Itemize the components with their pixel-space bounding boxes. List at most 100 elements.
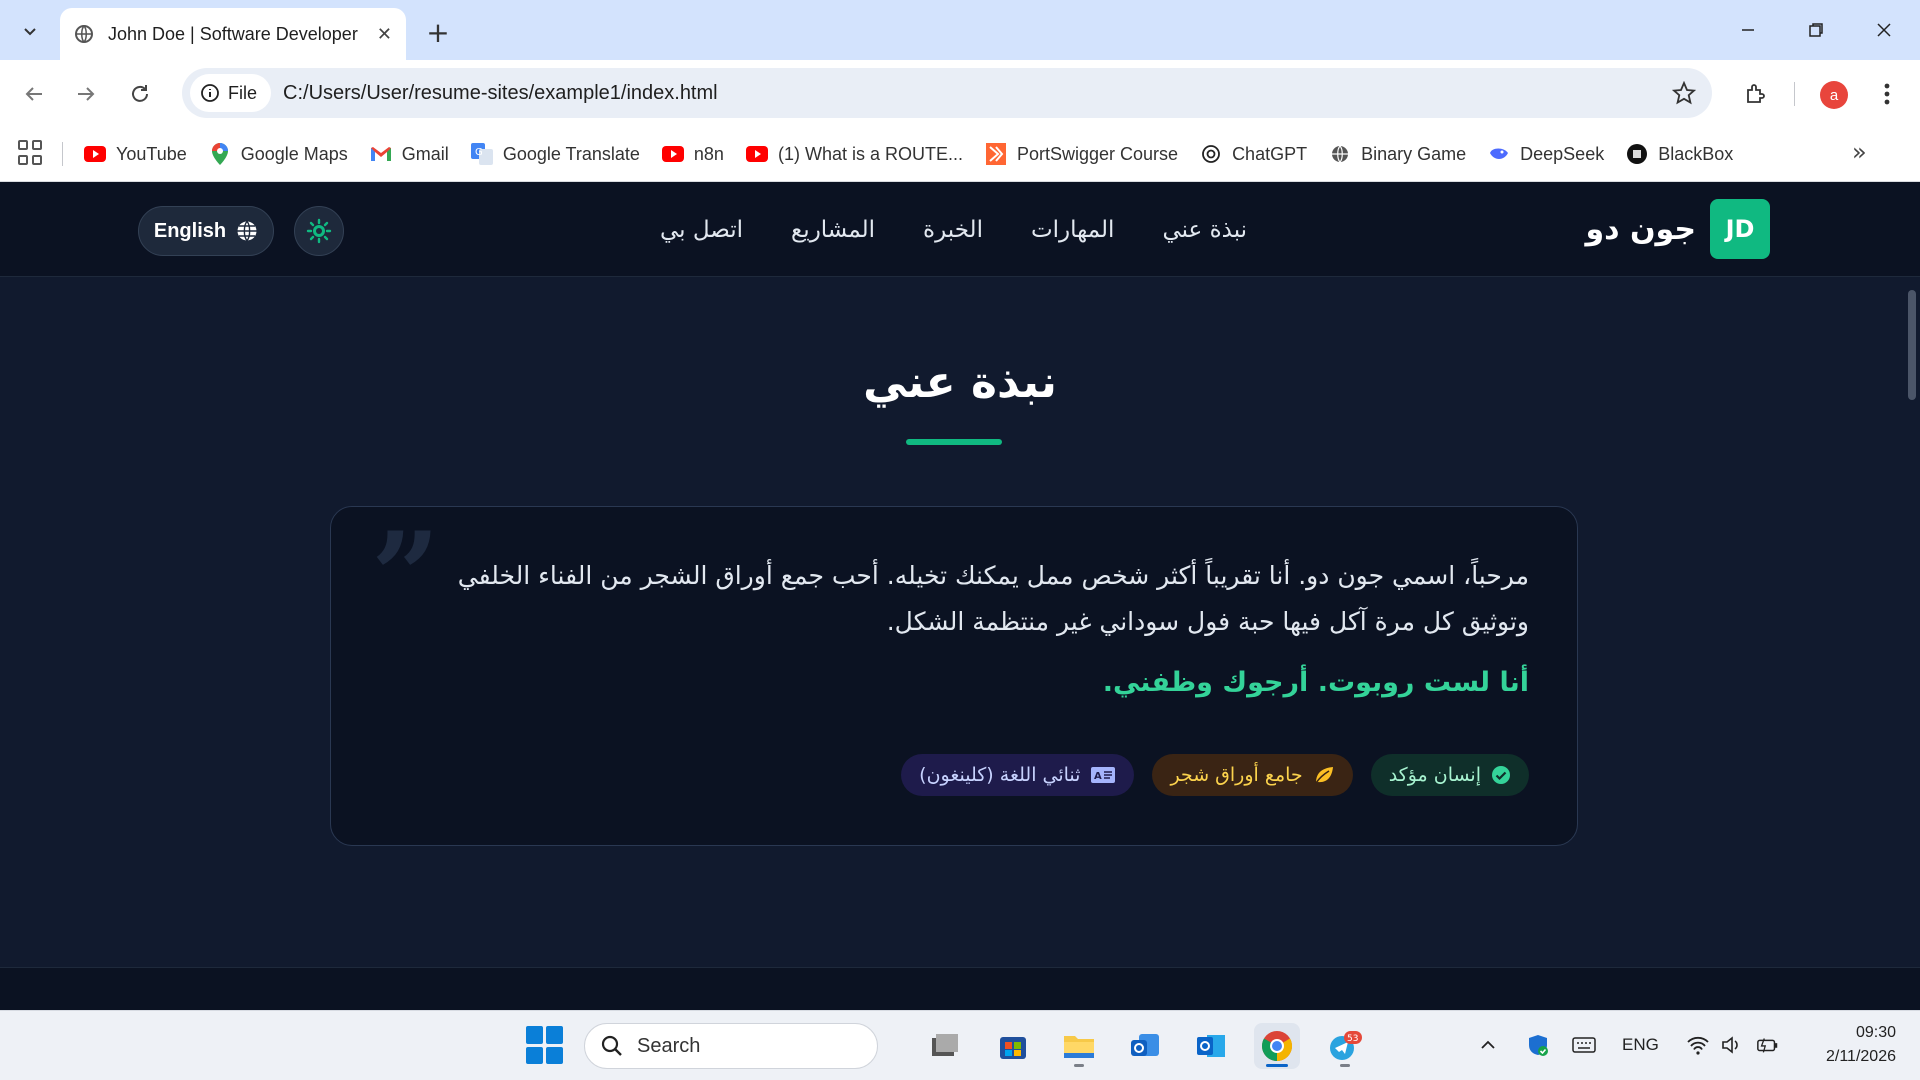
taskbar-app-outlook[interactable] [1188,1023,1234,1069]
puzzle-icon [1747,84,1765,103]
running-indicator [1340,1064,1350,1067]
theme-toggle-button[interactable] [294,206,344,256]
svg-text:A: A [1094,771,1102,782]
next-section-edge [0,967,1920,1010]
bookmark-list: YouTube Google Maps Gmail G Google Trans… [84,126,1733,182]
battery-icon[interactable] [1756,1033,1780,1057]
keyboard-icon[interactable] [1572,1033,1596,1057]
url-text[interactable]: C:/Users/User/resume-sites/example1/inde… [283,82,1672,105]
bookmarks-overflow-button[interactable]: » [1852,138,1867,166]
bookmark-youtube[interactable]: YouTube [84,143,187,165]
nav-link-skills[interactable]: المهارات [1031,217,1114,243]
bookmark-label: PortSwigger Course [1016,143,1179,164]
restore-icon [1809,23,1823,37]
youtube-icon [661,143,684,165]
language-toggle-button[interactable]: English [138,206,274,256]
site-info-chip[interactable]: File [190,74,272,112]
bookmark-blackbox[interactable]: BlackBox [1626,143,1733,165]
file-label: File [228,82,258,103]
search-placeholder: Search [637,1034,701,1057]
nav-link-projects[interactable]: المشاريع [791,217,875,243]
system-clock[interactable]: 09:30 2/11/2026 [1800,1021,1896,1069]
bookmark-deepseek[interactable]: DeepSeek [1488,143,1604,165]
chrome-icon [1261,1031,1293,1061]
bookmark-n8n[interactable]: n8n [661,143,724,165]
taskbar-search[interactable]: Search [584,1023,878,1069]
svg-text:G: G [475,147,483,158]
portswigger-icon [985,143,1007,165]
bookmark-label: (1) What is a ROUTE... [777,143,963,164]
address-bar[interactable]: File C:/Users/User/resume-sites/example1… [182,68,1712,118]
site-logo: JD [1710,199,1770,259]
taskbar-app-telegram[interactable]: 53 [1322,1023,1368,1069]
language-label: English [153,219,227,242]
badge-label: جامع أوراق شجر [1170,764,1303,786]
reload-button[interactable] [120,74,160,114]
kebab-menu-icon [1884,83,1890,105]
translate-icon: G [470,143,493,165]
taskbar-app-store[interactable] [990,1023,1036,1069]
about-paragraph: مرحباً، اسمي جون دو. أنا تقريباً أكثر شخ… [457,561,1529,636]
badge-list: إنسان مؤكد جامع أوراق شجر A ثنائي اللغة … [901,754,1529,796]
nav-link-about[interactable]: نبذة عني [1162,217,1247,243]
site-brand[interactable]: JD جون دو [1585,199,1770,259]
about-section: نبذة عني ” مرحباً، اسمي جون دو. أنا تقري… [0,277,1920,967]
telegram-badge: 53 [1347,1034,1358,1044]
deepseek-icon [1488,143,1510,165]
telegram-icon: 53 [1330,1031,1362,1060]
active-tab[interactable]: John Doe | Software Developer ✕ [60,8,406,60]
clock-date: 2/11/2026 [1826,1048,1896,1065]
browser-menu-button[interactable] [1872,74,1902,114]
reload-icon [132,85,148,102]
running-indicator [1074,1064,1084,1067]
arrow-right-icon [78,87,95,101]
clock-time: 09:30 [1855,1024,1896,1041]
volume-icon[interactable] [1720,1033,1744,1057]
defender-shield-icon[interactable] [1526,1033,1550,1057]
bookmark-route-video[interactable]: (1) What is a ROUTE... [745,143,963,165]
profile-avatar[interactable]: a [1820,81,1848,109]
bookmark-portswigger[interactable]: PortSwigger Course [985,143,1178,165]
bookmark-label: Binary Game [1361,143,1467,164]
taskbar-app-task-view[interactable] [922,1023,968,1069]
bookmark-chatgpt[interactable]: ChatGPT [1200,143,1307,165]
close-window-button[interactable] [1856,10,1912,50]
taskbar-app-chrome[interactable] [1254,1023,1300,1069]
outlook-classic-icon [1197,1035,1225,1057]
page-scrollbar[interactable] [1908,290,1916,400]
forward-button[interactable] [66,74,106,114]
bookmark-label: BlackBox [1658,143,1734,164]
bookmark-star-icon[interactable] [1672,81,1696,105]
taskbar-app-outlook-new[interactable] [1122,1023,1168,1069]
tray-overflow-chevron-icon[interactable] [1476,1033,1500,1057]
taskbar-app-file-explorer[interactable] [1056,1023,1102,1069]
bookmark-google-maps[interactable]: Google Maps [209,143,348,165]
start-button[interactable] [526,1026,564,1064]
input-language[interactable]: ENG [1622,1035,1659,1055]
maps-icon [209,143,231,165]
language-icon: A [1091,767,1116,783]
folder-icon [1064,1036,1094,1058]
back-button[interactable] [14,74,54,114]
store-icon [1000,1037,1026,1059]
bookmark-gmail[interactable]: Gmail [370,143,449,165]
nav-link-contact[interactable]: اتصل بي [660,217,743,243]
bookmark-label: n8n [693,143,724,164]
apps-grid-icon[interactable] [18,140,44,166]
bookmark-binary-game[interactable]: Binary Game [1329,143,1466,165]
restore-button[interactable] [1788,10,1844,50]
globe-icon [75,25,93,43]
tab-search-button[interactable] [10,11,50,51]
bookmark-label: YouTube [116,143,187,164]
bookmark-google-translate[interactable]: G Google Translate [470,143,640,165]
new-tab-button[interactable]: + [420,14,456,50]
tab-close-icon[interactable]: ✕ [377,24,392,45]
bookmark-label: ChatGPT [1232,143,1308,164]
outlook-icon [1131,1034,1159,1056]
nav-link-experience[interactable]: الخبرة [923,217,983,243]
wifi-icon[interactable] [1686,1033,1710,1057]
bookmark-label: Google Translate [502,143,640,164]
extensions-button[interactable] [1736,74,1776,114]
task-view-icon [932,1034,958,1056]
minimize-button[interactable] [1720,10,1776,50]
